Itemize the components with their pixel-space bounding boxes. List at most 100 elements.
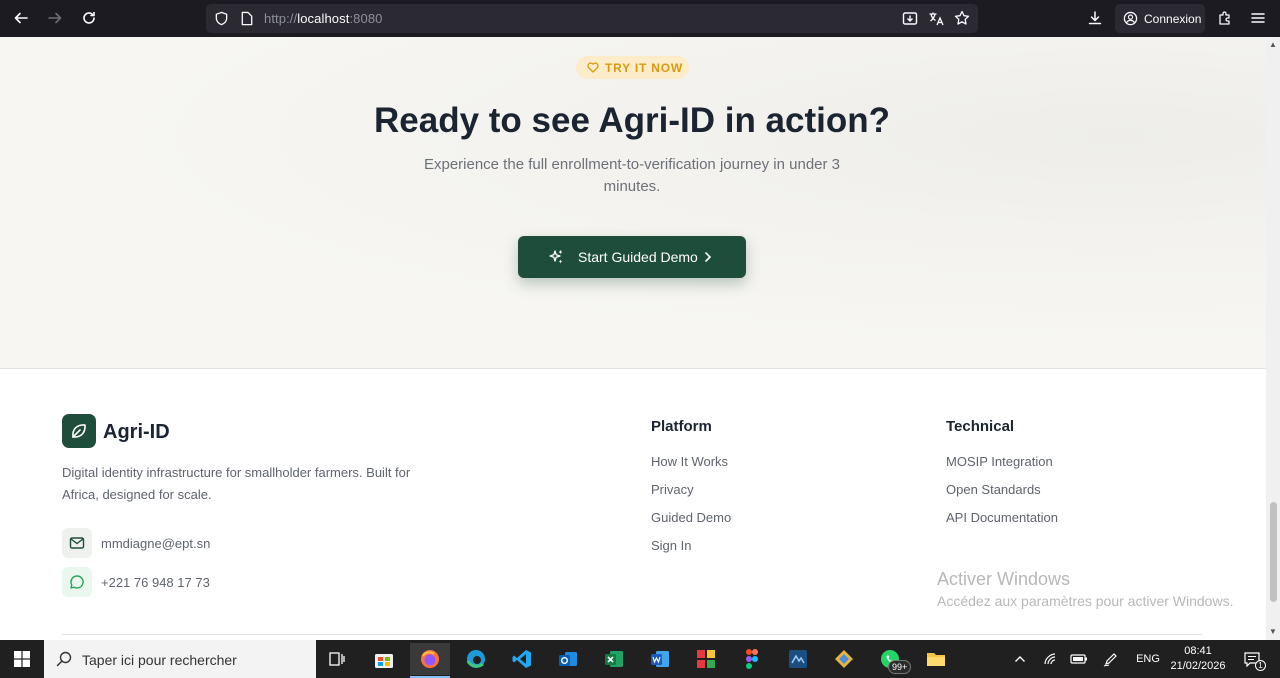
notification-center-button[interactable]: 1 — [1238, 640, 1266, 678]
taskbar-clock[interactable]: 08:41 21/02/2026 — [1166, 644, 1230, 674]
back-button[interactable] — [8, 6, 34, 30]
taskbar-excel[interactable] — [594, 643, 634, 675]
badge-label: TRY IT NOW — [605, 61, 683, 75]
start-guided-demo-button[interactable]: Start Guided Demo — [518, 236, 746, 278]
leaf-icon — [72, 424, 86, 438]
download-icon — [1088, 11, 1102, 25]
windows-taskbar: Taper ici pour rechercher 99+ ENG 08:41 … — [0, 640, 1280, 678]
taskbar-store[interactable] — [364, 643, 404, 675]
wifi-icon — [1044, 653, 1056, 665]
url-text: http://localhost:8080 — [264, 11, 383, 26]
database-tool-icon — [789, 650, 807, 668]
technical-heading: Technical — [946, 418, 1015, 435]
clock-date: 21/02/2026 — [1170, 660, 1226, 672]
account-label: Connexion — [1144, 12, 1202, 26]
taskbar-outlook[interactable] — [548, 643, 588, 675]
chevron-right-icon — [705, 252, 711, 262]
account-icon — [1123, 11, 1138, 26]
taskbar-firefox[interactable] — [410, 643, 450, 678]
save-page-icon[interactable] — [902, 11, 918, 26]
cta-section: TRY IT NOW Ready to see Agri-ID in actio… — [0, 37, 1266, 368]
taskbar-word[interactable] — [640, 643, 680, 675]
link-privacy[interactable]: Privacy — [651, 482, 694, 497]
vscode-icon — [512, 650, 531, 668]
extensions-button[interactable] — [1212, 6, 1238, 30]
taskbar-vscode[interactable] — [502, 643, 542, 675]
folder-icon — [927, 653, 945, 666]
outlook-icon — [559, 652, 577, 666]
edge-icon — [466, 650, 485, 668]
taskbar-file-explorer[interactable] — [916, 643, 956, 675]
tray-battery[interactable] — [1068, 640, 1090, 678]
link-api-documentation[interactable]: API Documentation — [946, 510, 1058, 525]
activation-watermark-title: Activer Windows — [937, 569, 1071, 589]
reload-button[interactable] — [76, 6, 102, 30]
arrow-left-icon — [14, 12, 28, 24]
chevron-up-icon — [1015, 656, 1025, 662]
taskbar-figma[interactable] — [732, 643, 772, 675]
link-guided-demo[interactable]: Guided Demo — [651, 510, 731, 525]
link-sign-in[interactable]: Sign In — [651, 538, 691, 553]
tray-language[interactable]: ENG — [1132, 640, 1164, 678]
start-button[interactable] — [0, 640, 44, 678]
link-how-it-works[interactable]: How It Works — [651, 454, 728, 469]
section-subtitle: Experience the full enrollment-to-verifi… — [423, 156, 841, 195]
reload-icon — [83, 11, 95, 24]
platform-heading: Platform — [651, 418, 712, 435]
task-view-button[interactable] — [317, 643, 357, 675]
page-icon — [241, 11, 253, 26]
taskbar-search[interactable]: Taper ici pour rechercher — [44, 640, 316, 678]
try-it-now-badge: TRY IT NOW — [576, 56, 689, 79]
taskbar-git-tool[interactable] — [824, 643, 864, 675]
firefox-icon — [421, 650, 439, 668]
bookmark-star-icon[interactable] — [954, 10, 970, 26]
translate-icon[interactable] — [928, 11, 944, 26]
hamburger-icon — [1251, 13, 1265, 23]
phone-icon-box — [62, 567, 92, 597]
git-diamond-icon — [835, 650, 853, 668]
link-mosip-integration[interactable]: MOSIP Integration — [946, 454, 1053, 469]
search-placeholder: Taper ici pour rechercher — [82, 652, 237, 668]
mail-icon — [69, 537, 85, 549]
windows-logo-icon — [14, 651, 30, 667]
word-icon — [651, 651, 669, 667]
taskbar-app-colorful[interactable] — [686, 643, 726, 675]
logo[interactable] — [62, 414, 96, 448]
menu-button[interactable] — [1245, 6, 1271, 30]
heart-icon — [587, 62, 599, 73]
sparkles-icon — [549, 250, 563, 264]
taskbar-edge[interactable] — [456, 643, 496, 675]
taskbar-whatsapp[interactable]: 99+ — [870, 643, 912, 675]
cta-label: Start Guided Demo — [578, 249, 698, 265]
taskbar-database-tool[interactable] — [778, 643, 818, 675]
contact-phone[interactable]: +221 76 948 17 73 — [101, 575, 210, 590]
battery-icon — [1070, 654, 1087, 664]
account-button[interactable]: Connexion — [1115, 4, 1205, 33]
footer-divider — [62, 634, 1202, 635]
forward-button[interactable] — [42, 6, 68, 30]
tray-network[interactable] — [1040, 640, 1060, 678]
section-title: Ready to see Agri-ID in action? — [373, 101, 890, 140]
tray-pen[interactable] — [1100, 640, 1122, 678]
address-bar[interactable]: http://localhost:8080 — [206, 4, 978, 33]
store-icon — [375, 654, 393, 668]
message-circle-icon — [70, 575, 84, 589]
notification-count: 1 — [1255, 660, 1266, 671]
figma-icon — [746, 649, 758, 669]
email-icon-box — [62, 528, 92, 558]
contact-email[interactable]: mmdiagne@ept.sn — [101, 536, 210, 551]
page-scrollbar[interactable]: ▲ ▼ — [1266, 37, 1280, 640]
search-icon — [56, 651, 72, 667]
link-open-standards[interactable]: Open Standards — [946, 482, 1041, 497]
excel-icon — [605, 651, 623, 667]
pen-icon — [1103, 653, 1117, 667]
scroll-thumb[interactable] — [1270, 502, 1277, 602]
scroll-down-icon[interactable]: ▼ — [1269, 628, 1277, 636]
app-grid-icon — [697, 650, 715, 668]
scroll-up-icon[interactable]: ▲ — [1269, 41, 1277, 49]
clock-time: 08:41 — [1184, 645, 1212, 657]
downloads-button[interactable] — [1082, 6, 1108, 30]
site-footer: Agri-ID Digital identity infrastructure … — [0, 368, 1266, 640]
tray-expand-button[interactable] — [1010, 640, 1030, 678]
brand-name[interactable]: Agri-ID — [103, 421, 170, 444]
